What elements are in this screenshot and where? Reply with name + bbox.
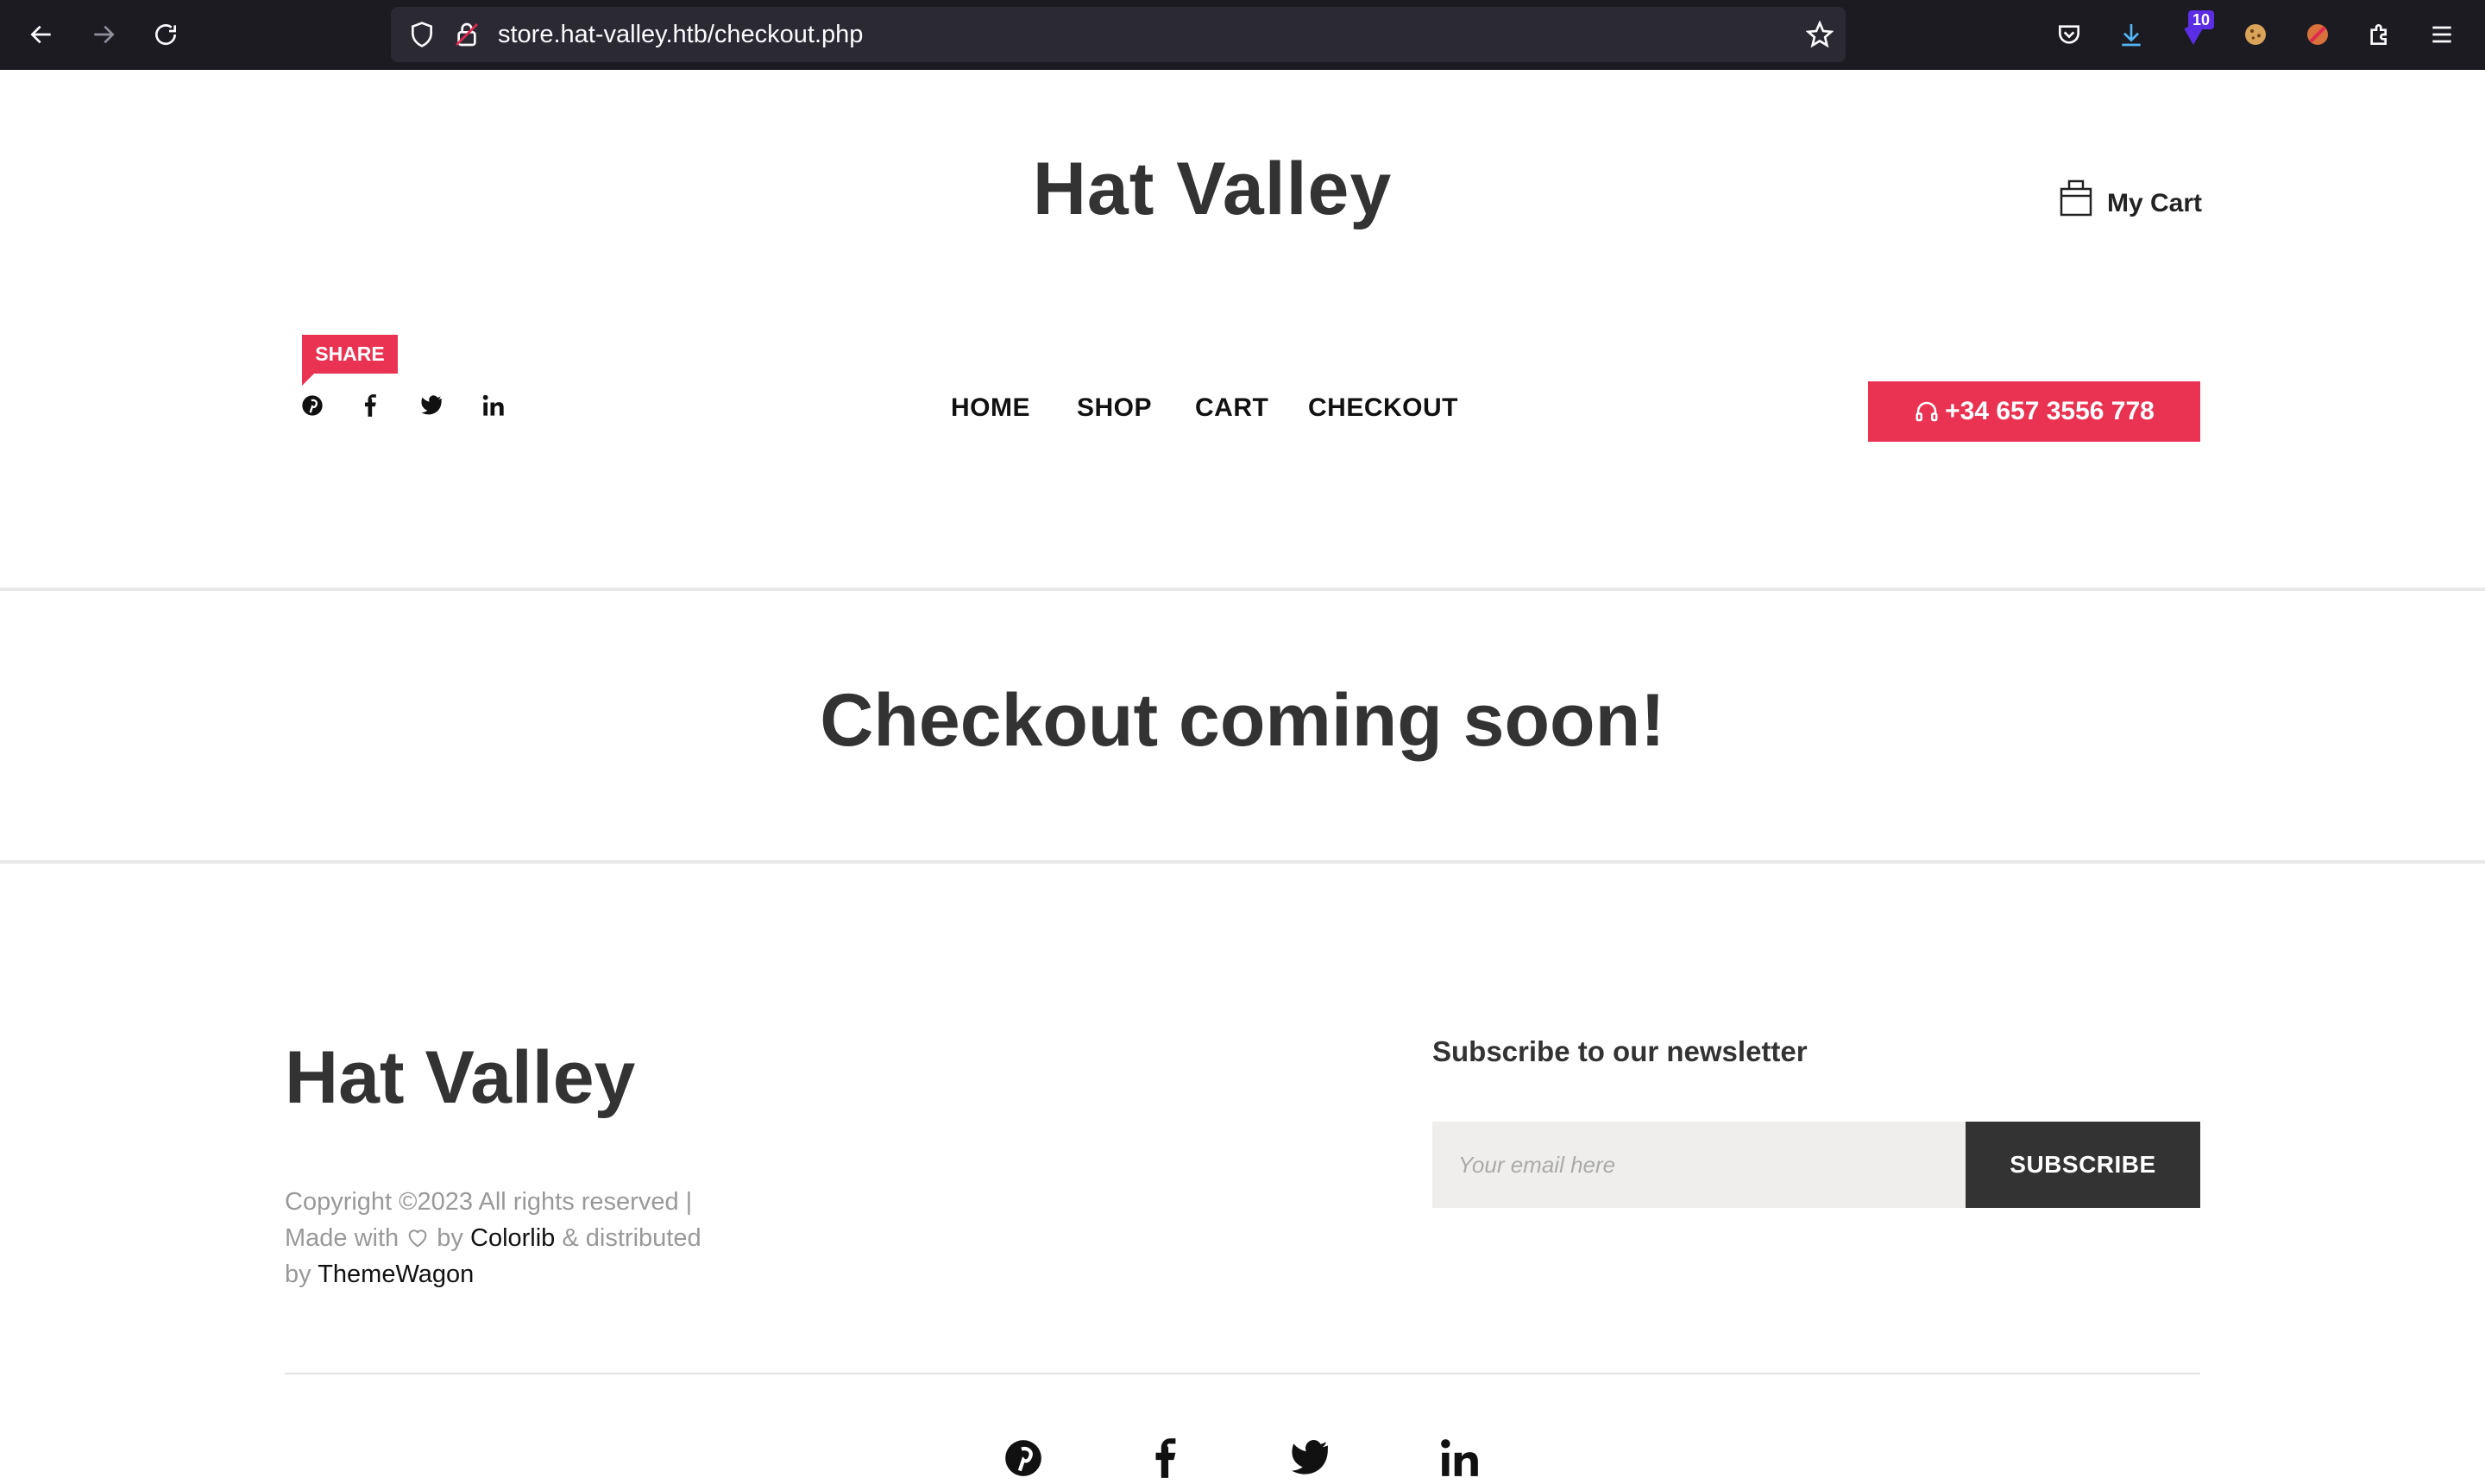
url-bar[interactable]: store.hat-valley.htb/checkout.php: [391, 7, 1846, 62]
extension-badge: 10: [2188, 10, 2215, 29]
bookmark-star-icon[interactable]: [1806, 21, 1834, 48]
subscribe-button[interactable]: SUBSCRIBE: [1966, 1122, 2200, 1208]
footer-facebook-icon[interactable]: [1141, 1432, 1192, 1484]
distributed-text: & distributed: [562, 1224, 701, 1252]
my-cart-link[interactable]: My Cart: [2059, 177, 2202, 218]
insecure-lock-icon[interactable]: [453, 21, 481, 48]
my-cart-label: My Cart: [2107, 189, 2203, 217]
forward-icon[interactable]: [83, 14, 124, 55]
reload-icon[interactable]: [145, 14, 186, 55]
by-text: by: [437, 1224, 463, 1252]
newsletter-title: Subscribe to our newsletter: [1432, 1035, 1808, 1067]
themewagon-link[interactable]: ThemeWagon: [318, 1261, 474, 1288]
url-text[interactable]: store.hat-valley.htb/checkout.php: [498, 21, 863, 48]
blocked-extension-icon[interactable]: [2300, 17, 2335, 52]
nav-cart[interactable]: CART: [1195, 393, 1268, 423]
made-with-text: Made with: [285, 1224, 399, 1252]
downloads-icon[interactable]: [2114, 17, 2148, 52]
nav-checkout[interactable]: CHECKOUT: [1308, 393, 1458, 423]
pocket-icon[interactable]: [2052, 17, 2086, 52]
headset-icon: [1916, 401, 1938, 422]
footer-twitter-icon[interactable]: [1284, 1432, 1336, 1484]
browser-toolbar: store.hat-valley.htb/checkout.php 10: [0, 0, 2485, 70]
extensions-puzzle-icon[interactable]: [2362, 17, 2397, 52]
colorlib-link[interactable]: Colorlib: [470, 1224, 555, 1252]
nav-home[interactable]: HOME: [951, 393, 1030, 423]
footer-logo[interactable]: Hat Valley: [285, 1035, 635, 1121]
menu-icon[interactable]: [2425, 17, 2459, 52]
copyright-text: Copyright ©2023 All rights reserved | Ma…: [285, 1184, 733, 1292]
share-label: SHARE: [302, 335, 398, 386]
by-text-2: by: [285, 1261, 311, 1288]
footer-divider: [285, 1373, 2200, 1374]
divider-top: [0, 588, 2485, 591]
divider-bottom: [0, 860, 2485, 864]
nav-shop[interactable]: SHOP: [1077, 393, 1152, 423]
phone-number: +34 657 3556 778: [1945, 397, 2155, 425]
newsletter-email-input[interactable]: [1432, 1122, 1966, 1208]
footer-pinterest-icon[interactable]: [997, 1432, 1049, 1484]
page-headline: Checkout coming soon!: [820, 679, 1665, 762]
phone-button[interactable]: +34 657 3556 778: [1868, 381, 2200, 442]
cookie-icon[interactable]: [2238, 17, 2273, 52]
heart-icon: [408, 1229, 427, 1248]
copyright-prefix: Copyright ©2023 All rights reserved |: [285, 1188, 693, 1216]
shopping-bag-icon: [2060, 179, 2092, 217]
footer-linkedin-icon[interactable]: [1434, 1432, 1486, 1484]
shield-icon[interactable]: [408, 21, 436, 48]
back-icon[interactable]: [21, 14, 62, 55]
